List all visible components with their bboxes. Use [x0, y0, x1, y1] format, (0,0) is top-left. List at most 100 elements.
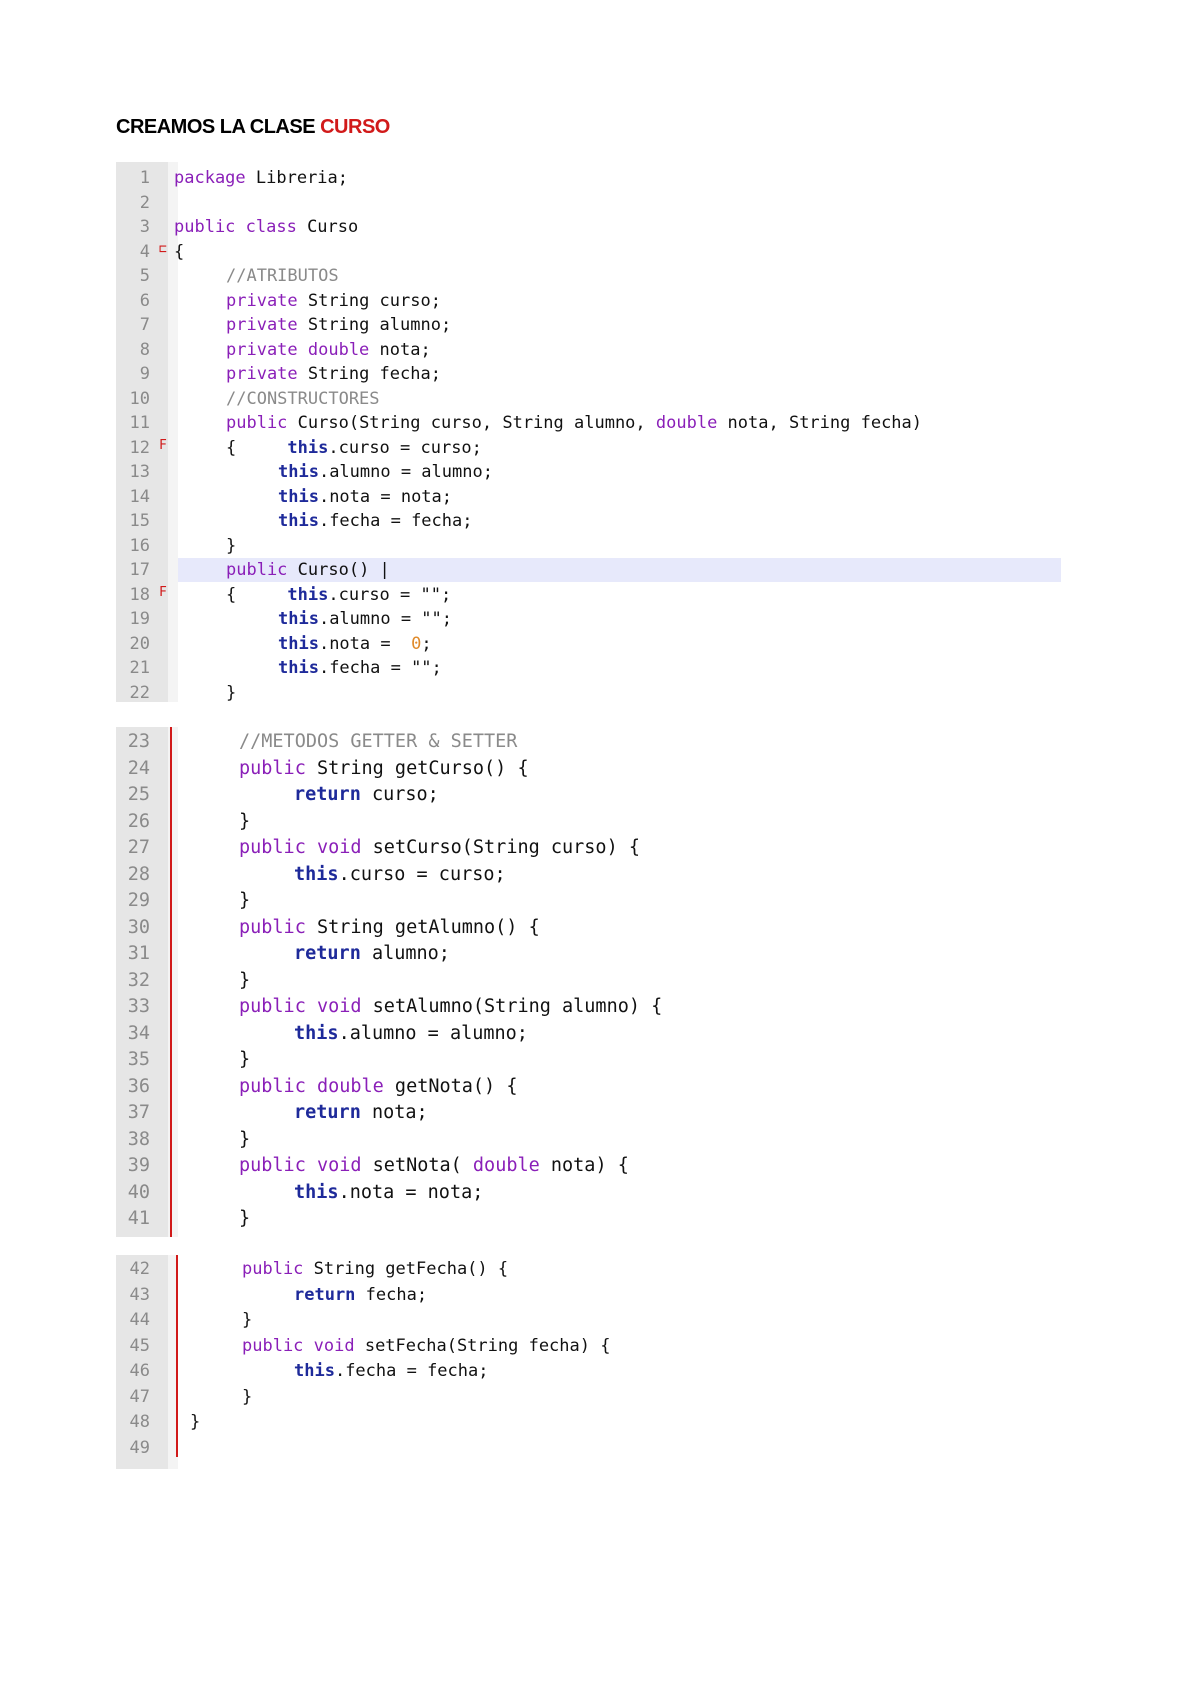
- code-line[interactable]: 17 public Curso() |: [116, 558, 1061, 583]
- code-line[interactable]: 8 private double nota;: [116, 338, 1061, 363]
- code-line[interactable]: 42 public String getFecha() {: [116, 1257, 1061, 1283]
- code-line[interactable]: 14 this.nota = nota;: [116, 485, 1061, 510]
- code-token: getNota() {: [383, 1075, 518, 1097]
- fold-toggle-icon[interactable]: F: [159, 585, 167, 600]
- code-text: }: [239, 1127, 250, 1154]
- code-token: {: [226, 437, 278, 458]
- code-line[interactable]: 34 this.alumno = alumno;: [116, 1021, 1061, 1048]
- code-token: double: [645, 413, 718, 433]
- line-number: 12: [129, 437, 150, 458]
- code-line[interactable]: 20 this.nota = 0;: [116, 632, 1061, 657]
- code-token: }: [242, 1386, 253, 1407]
- code-line[interactable]: 29}: [116, 888, 1061, 915]
- line-number: 40: [127, 1181, 150, 1203]
- code-block-constructors: 1 package Libreria; 2 3 public class Curso 4{…: [116, 162, 1061, 703]
- code-text: //METODOS GETTER & SETTER: [239, 729, 517, 756]
- code-token: setCurso(String curso) {: [361, 837, 640, 858]
- code-line[interactable]: 6 private String curso;: [116, 289, 1061, 314]
- line-number: 24: [127, 757, 150, 779]
- code-token: double: [461, 1155, 540, 1176]
- code-line[interactable]: 30 public String getAlumno() {: [116, 915, 1061, 942]
- code-line[interactable]: 41}: [116, 1206, 1061, 1233]
- line-number: 14: [129, 486, 150, 507]
- code-line[interactable]: 12 { this.curso = curso;: [116, 436, 1061, 461]
- code-line[interactable]: 47}: [116, 1385, 1061, 1411]
- line-number: 29: [127, 890, 150, 911]
- code-text: }: [239, 809, 250, 836]
- code-line[interactable]: 31 return alumno;: [116, 941, 1061, 968]
- code-line[interactable]: 10 //CONSTRUCTORES: [116, 387, 1061, 412]
- code-token: //METODOS GETTER & SETTER: [239, 731, 518, 752]
- line-number: 5: [139, 266, 150, 286]
- line-number: 22: [129, 682, 150, 703]
- line-number: 10: [129, 388, 150, 409]
- code-text: return nota;: [294, 1100, 428, 1127]
- code-text: }: [239, 888, 250, 915]
- code-line[interactable]: 4{: [116, 240, 1061, 265]
- code-token: return: [294, 784, 361, 805]
- code-token: {: [226, 584, 278, 605]
- code-line[interactable]: 27 public void setCurso(String curso) {: [116, 835, 1061, 862]
- heading-accent: CURSO: [320, 116, 390, 138]
- code-line[interactable]: 2: [116, 191, 1061, 216]
- line-number: 49: [129, 1437, 150, 1458]
- code-line[interactable]: 33 public void setAlumno(String alumno) {: [116, 994, 1061, 1021]
- fold-toggle-icon[interactable]: ⊏: [159, 242, 167, 257]
- code-line[interactable]: 23 //METODOS GETTER & SETTER: [116, 729, 1061, 756]
- code-line[interactable]: 48}: [116, 1410, 1061, 1436]
- code-line[interactable]: 15 this.fecha = fecha;: [116, 509, 1061, 534]
- code-line[interactable]: 43 return fecha;: [116, 1283, 1061, 1309]
- code-line[interactable]: 25 return curso;: [116, 782, 1061, 809]
- line-number: 45: [129, 1335, 150, 1356]
- code-line[interactable]: 49: [116, 1436, 1061, 1462]
- line-number: 6: [139, 290, 150, 311]
- code-line[interactable]: 28 this.curso = curso;: [116, 862, 1061, 889]
- code-text: this.nota = nota;: [294, 1180, 483, 1207]
- code-line[interactable]: 1 package Libreria;: [116, 166, 1061, 191]
- code-line[interactable]: 18 { this.curso = "";: [116, 583, 1061, 608]
- code-token: }: [190, 1412, 201, 1432]
- code-line[interactable]: 46 this.fecha = fecha;: [116, 1359, 1061, 1385]
- code-token: fecha;: [355, 1284, 428, 1305]
- code-line[interactable]: 26}: [116, 809, 1061, 836]
- code-token: .nota =: [318, 633, 401, 654]
- code-line[interactable]: 24 public String getCurso() {: [116, 756, 1061, 783]
- code-line[interactable]: 16}: [116, 534, 1061, 559]
- code-text: public double getNota() {: [239, 1074, 517, 1101]
- code-line[interactable]: 13 this.alumno = alumno;: [116, 460, 1061, 485]
- code-token: private double: [226, 339, 370, 360]
- fold-toggle-icon[interactable]: F: [159, 438, 167, 453]
- code-token: .alumno = alumno;: [318, 462, 493, 482]
- code-line[interactable]: 32}: [116, 968, 1061, 995]
- code-line[interactable]: 39 public void setNota( double nota) {: [116, 1153, 1061, 1180]
- code-line[interactable]: 7 private String alumno;: [116, 313, 1061, 338]
- code-line[interactable]: 11 public Curso(String curso, String alum…: [116, 411, 1061, 436]
- code-line[interactable]: 36 public double getNota() {: [116, 1074, 1061, 1101]
- code-token: public void: [242, 1335, 355, 1356]
- code-line[interactable]: 9 private String fecha;: [116, 362, 1061, 387]
- code-line[interactable]: 38}: [116, 1127, 1061, 1154]
- code-token: return: [294, 1284, 356, 1305]
- code-text: public void setNota( double nota) {: [239, 1153, 629, 1180]
- code-line[interactable]: 44}: [116, 1308, 1061, 1334]
- code-line[interactable]: 37 return nota;: [116, 1100, 1061, 1127]
- code-text: this.fecha = "";: [278, 656, 442, 681]
- code-line[interactable]: 22}: [116, 681, 1061, 706]
- code-line[interactable]: 35}: [116, 1047, 1061, 1074]
- code-line[interactable]: 40 this.nota = nota;: [116, 1180, 1061, 1207]
- code-token: Curso: [296, 217, 359, 237]
- line-number: 3: [139, 217, 150, 237]
- code-token: public: [242, 1259, 304, 1279]
- line-number: 43: [129, 1284, 150, 1305]
- code-line[interactable]: 45 public void setFecha(String fecha) {: [116, 1334, 1061, 1360]
- line-number: 7: [139, 315, 150, 335]
- page-heading: CREAMOS LA CLASE CURSO: [116, 116, 390, 139]
- code-token: .curso = curso;: [328, 437, 482, 458]
- code-token: }: [242, 1310, 253, 1330]
- code-line[interactable]: 19 this.alumno = "";: [116, 607, 1061, 632]
- line-number: 4: [139, 241, 150, 262]
- code-token: String fecha;: [297, 364, 441, 384]
- code-line[interactable]: 3 public class Curso: [116, 215, 1061, 240]
- code-line[interactable]: 5 //ATRIBUTOS: [116, 264, 1061, 289]
- code-line[interactable]: 21 this.fecha = "";: [116, 656, 1061, 681]
